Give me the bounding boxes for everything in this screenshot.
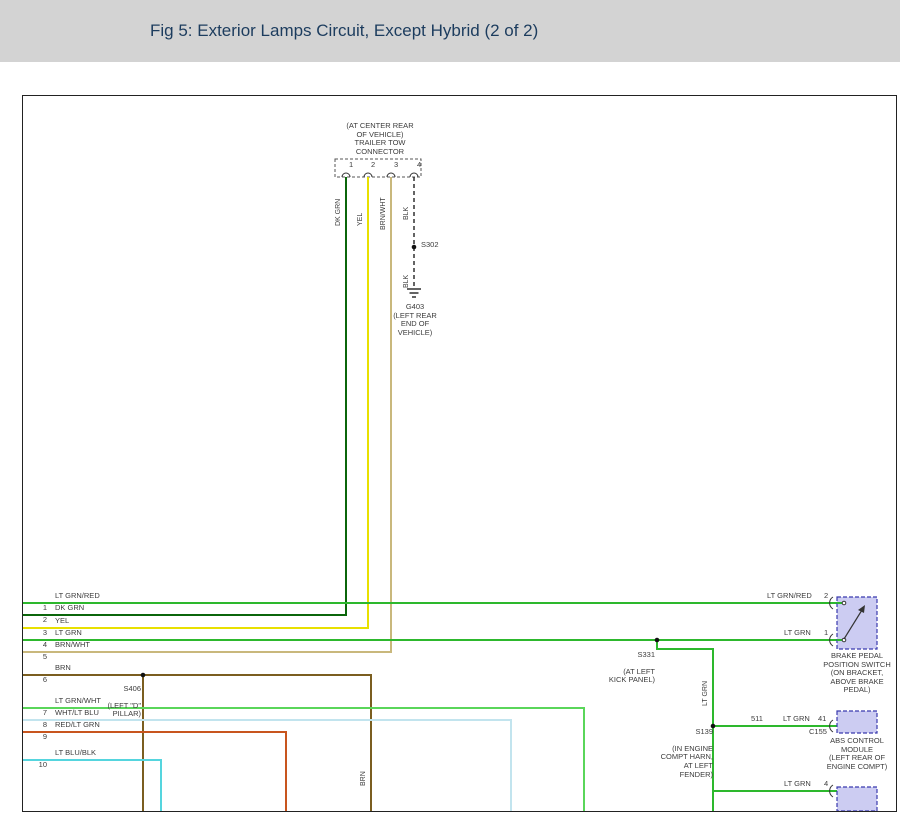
brake-pin-bottom: 1 [824,629,828,638]
splice-s331-label: S331 (AT LEFT KICK PANEL) [575,642,655,694]
ground-g403-label: G403 (LEFT REAR END OF VEHICLE) [376,303,454,337]
wire-label-dk-grn: DK GRN [333,180,344,226]
bottom-brn-label: BRN [358,756,369,786]
splice-s331-location: (AT LEFT KICK PANEL) [575,668,655,685]
left-pin-7: 7 [29,709,47,718]
trailer-pin-3: 3 [394,161,398,170]
abs-wire-label: LT GRN [783,715,810,724]
wire-label-yel: YEL [355,180,366,226]
left-wire-6: BRN [55,664,71,673]
trailer-pin-1: 1 [349,161,353,170]
wire-dk-grn [23,177,346,615]
abs-circuit-number: 511 [751,715,763,724]
splice-s331-name: S331 [575,651,655,660]
wire-wht-lt-blu [23,720,511,811]
left-pin-8: 8 [29,721,47,730]
splice-dot-s302 [412,245,417,250]
figure-title: Fig 5: Exterior Lamps Circuit, Except Hy… [150,0,538,62]
wiring-svg [23,96,896,811]
brake-switch-label: BRAKE PEDAL POSITION SWITCH (ON BRACKET,… [809,652,897,695]
wiring-diagram-canvas: (AT CENTER REAR OF VEHICLE) TRAILER TOW … [22,95,897,812]
left-pin-10: 10 [29,761,47,770]
splice-s139-location: (IN ENGINE COMPT HARN, AT LEFT FENDER) [629,745,713,779]
bottom-wire-label: LT GRN [784,780,811,789]
splice-s302-label: S302 [421,241,439,250]
left-pin-1: 1 [29,604,47,613]
wire-label-blk: BLK [401,180,412,220]
left-pin-6: 6 [29,676,47,685]
trailer-pin-4: 4 [417,161,421,170]
trailer-pin-2: 2 [371,161,375,170]
splice-s139-label: S139 (IN ENGINE COMPT HARN, AT LEFT FEND… [629,719,713,788]
left-wire-2: DK GRN [55,604,84,613]
bottom-pin: 4 [824,780,828,789]
abs-module-box [837,711,877,733]
splice-s139-name: S139 [629,728,713,737]
left-pin-3: 3 [29,629,47,638]
left-pin-9: 9 [29,733,47,742]
left-wire-5: BRN/WHT [55,641,90,650]
wire-label-brn-wht: BRN/WHT [378,180,389,230]
wire-yel [23,177,368,628]
left-wire-3: YEL [55,617,69,626]
splice-s406-label: S406 (LEFT "D" PILLAR) [75,676,141,728]
abs-connector-id: C155 [809,728,827,737]
left-pin-2: 2 [29,616,47,625]
brake-switch-box [837,597,877,649]
trailer-connector-label: (AT CENTER REAR OF VEHICLE) TRAILER TOW … [319,122,441,156]
brake-wire-top-label: LT GRN/RED [767,592,812,601]
figure-title-bar: Fig 5: Exterior Lamps Circuit, Except Hy… [0,0,900,62]
trailer-connector-box [335,159,421,177]
branch-lt-grn-label: LT GRN [700,670,711,706]
left-wire-10: LT BLU/BLK [55,749,96,758]
splice-dot-s406 [141,673,146,678]
ground-symbol [407,289,421,297]
splice-dot-s331 [655,638,660,643]
wire-red-lt-grn [23,732,286,811]
left-wire-1: LT GRN/RED [55,592,100,601]
left-pin-5: 5 [29,653,47,662]
bottom-module-box [837,787,877,811]
wire-brn-wht [23,177,391,652]
splice-s406-name: S406 [75,685,141,694]
wire-label-blk-2: BLK [401,254,412,288]
abs-pin: 41 [818,715,826,724]
left-wire-4: LT GRN [55,629,82,638]
splice-s406-location: (LEFT "D" PILLAR) [75,702,141,719]
left-pin-4: 4 [29,641,47,650]
brake-pin-top: 2 [824,592,828,601]
brake-wire-bottom-label: LT GRN [784,629,811,638]
abs-module-label: ABS CONTROL MODULE (LEFT REAR OF ENGINE … [809,737,897,771]
